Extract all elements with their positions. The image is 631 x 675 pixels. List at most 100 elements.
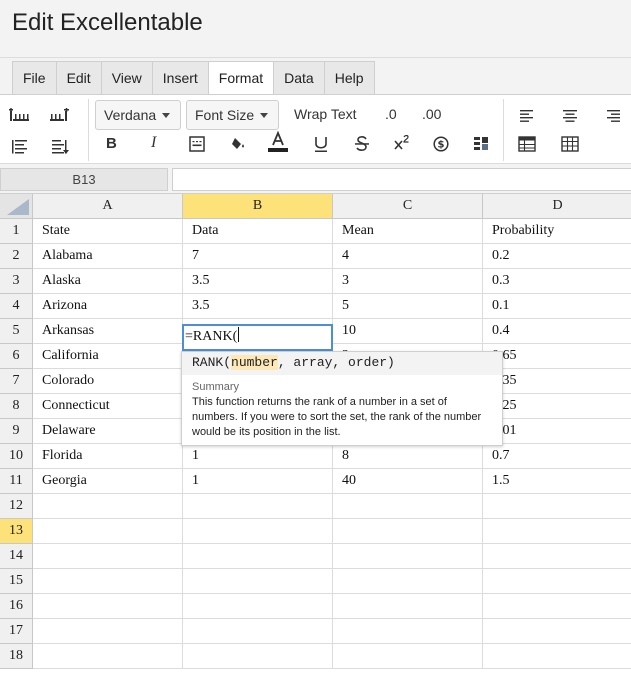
cell-b2[interactable]: 7 xyxy=(183,244,333,269)
cell-a10[interactable]: Florida xyxy=(33,444,183,469)
cell-d6[interactable]: 0.65 xyxy=(483,344,631,369)
decrease-decimal-button[interactable]: .0 xyxy=(385,106,397,122)
wrap-text-button[interactable]: Wrap Text xyxy=(294,106,357,122)
menu-tab-data[interactable]: Data xyxy=(274,62,325,94)
cell-c5[interactable]: 10 xyxy=(333,319,483,344)
menu-tab-help[interactable]: Help xyxy=(325,62,374,94)
cell-d11[interactable]: 1.5 xyxy=(483,469,631,494)
text-color-icon[interactable] xyxy=(266,131,290,153)
insert-row-above-icon[interactable] xyxy=(7,135,31,157)
fill-color-icon[interactable] xyxy=(225,133,249,155)
align-left-icon[interactable] xyxy=(515,105,539,127)
cell-d12[interactable] xyxy=(483,494,631,519)
row-header-14[interactable]: 14 xyxy=(0,544,33,569)
cell-editor[interactable]: =RANK( xyxy=(182,324,333,351)
cell-d10[interactable]: 0.7 xyxy=(483,444,631,469)
cell-b11[interactable]: 1 xyxy=(183,469,333,494)
menu-tab-edit[interactable]: Edit xyxy=(57,62,102,94)
cell-d8[interactable]: 0.25 xyxy=(483,394,631,419)
row-header-15[interactable]: 15 xyxy=(0,569,33,594)
cell-d5[interactable]: 0.4 xyxy=(483,319,631,344)
align-right-icon[interactable] xyxy=(601,105,625,127)
cell-b14[interactable] xyxy=(183,544,333,569)
menu-tab-format[interactable]: Format xyxy=(208,62,275,95)
insert-column-after-icon[interactable] xyxy=(48,105,72,127)
cell-c4[interactable]: 5 xyxy=(333,294,483,319)
cell-d18[interactable] xyxy=(483,644,631,669)
insert-row-below-icon[interactable] xyxy=(48,135,72,157)
cell-d17[interactable] xyxy=(483,619,631,644)
cell-a2[interactable]: Alabama xyxy=(33,244,183,269)
row-header-13[interactable]: 13 xyxy=(0,519,33,544)
cell-a13[interactable] xyxy=(33,519,183,544)
cell-a14[interactable] xyxy=(33,544,183,569)
column-header-c[interactable]: C xyxy=(333,194,483,219)
cell-a8[interactable]: Connecticut xyxy=(33,394,183,419)
cell-d3[interactable]: 0.3 xyxy=(483,269,631,294)
cell-d15[interactable] xyxy=(483,569,631,594)
cell-d9[interactable]: 0.01 xyxy=(483,419,631,444)
cell-c13[interactable] xyxy=(333,519,483,544)
column-header-d[interactable]: D xyxy=(483,194,631,219)
cell-b18[interactable] xyxy=(183,644,333,669)
select-all-corner[interactable] xyxy=(0,194,33,219)
cell-c17[interactable] xyxy=(333,619,483,644)
row-header-17[interactable]: 17 xyxy=(0,619,33,644)
cell-d14[interactable] xyxy=(483,544,631,569)
cell-d2[interactable]: 0.2 xyxy=(483,244,631,269)
grid-icon[interactable] xyxy=(558,133,582,155)
table-icon[interactable] xyxy=(515,133,539,155)
row-header-6[interactable]: 6 xyxy=(0,344,33,369)
cell-a16[interactable] xyxy=(33,594,183,619)
row-header-11[interactable]: 11 xyxy=(0,469,33,494)
row-header-12[interactable]: 12 xyxy=(0,494,33,519)
row-header-1[interactable]: 1 xyxy=(0,219,33,244)
insert-column-before-icon[interactable] xyxy=(7,105,31,127)
formula-input[interactable] xyxy=(172,168,631,191)
cell-d1[interactable]: Probability xyxy=(483,219,631,244)
italic-button[interactable]: I xyxy=(151,134,156,152)
underline-icon[interactable] xyxy=(309,133,333,155)
cell-b12[interactable] xyxy=(183,494,333,519)
cell-a17[interactable] xyxy=(33,619,183,644)
cell-c11[interactable]: 40 xyxy=(333,469,483,494)
superscript-icon[interactable] xyxy=(390,132,414,154)
cell-d7[interactable]: 0.35 xyxy=(483,369,631,394)
align-center-icon[interactable] xyxy=(558,105,582,127)
cell-c16[interactable] xyxy=(333,594,483,619)
menu-tab-view[interactable]: View xyxy=(102,62,153,94)
cell-b4[interactable]: 3.5 xyxy=(183,294,333,319)
cell-b1[interactable]: Data xyxy=(183,219,333,244)
cell-c18[interactable] xyxy=(333,644,483,669)
border-icon[interactable] xyxy=(185,133,209,155)
cell-a3[interactable]: Alaska xyxy=(33,269,183,294)
cell-b13[interactable] xyxy=(183,519,333,544)
row-header-18[interactable]: 18 xyxy=(0,644,33,669)
row-header-16[interactable]: 16 xyxy=(0,594,33,619)
cell-b10[interactable]: 1 xyxy=(183,444,333,469)
cell-d13[interactable] xyxy=(483,519,631,544)
cell-d16[interactable] xyxy=(483,594,631,619)
font-size-dropdown[interactable]: Font Size xyxy=(186,100,279,130)
cell-a5[interactable]: Arkansas xyxy=(33,319,183,344)
menu-tab-file[interactable]: File xyxy=(13,62,57,94)
row-header-3[interactable]: 3 xyxy=(0,269,33,294)
cell-a18[interactable] xyxy=(33,644,183,669)
cell-b16[interactable] xyxy=(183,594,333,619)
cell-c1[interactable]: Mean xyxy=(333,219,483,244)
cell-b15[interactable] xyxy=(183,569,333,594)
menu-tab-insert[interactable]: Insert xyxy=(153,62,209,94)
cell-c15[interactable] xyxy=(333,569,483,594)
cell-a4[interactable]: Arizona xyxy=(33,294,183,319)
cell-d4[interactable]: 0.1 xyxy=(483,294,631,319)
cell-a11[interactable]: Georgia xyxy=(33,469,183,494)
currency-icon[interactable]: $ xyxy=(429,133,453,155)
row-header-4[interactable]: 4 xyxy=(0,294,33,319)
cell-c2[interactable]: 4 xyxy=(333,244,483,269)
cell-c12[interactable] xyxy=(333,494,483,519)
row-header-8[interactable]: 8 xyxy=(0,394,33,419)
cell-b3[interactable]: 3.5 xyxy=(183,269,333,294)
column-header-a[interactable]: A xyxy=(33,194,183,219)
cell-a6[interactable]: California xyxy=(33,344,183,369)
cell-a1[interactable]: State xyxy=(33,219,183,244)
